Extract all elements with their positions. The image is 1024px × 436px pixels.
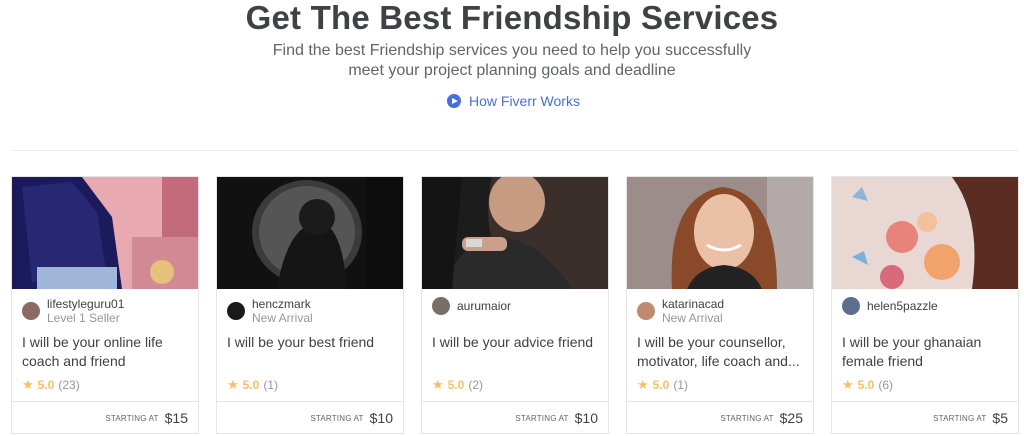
seller-username[interactable]: katarinacad (662, 297, 724, 311)
gig-footer: STARTING AT $25 (627, 401, 813, 434)
gig-price: $5 (992, 410, 1008, 426)
gig-rating: ★ 5.0 (2) (432, 377, 483, 393)
gig-rating: ★ 5.0 (1) (637, 377, 688, 393)
gig-thumbnail[interactable] (12, 177, 198, 289)
rating-count: (23) (58, 378, 80, 392)
gig-rating: ★ 5.0 (6) (842, 377, 893, 393)
seller-username[interactable]: lifestyleguru01 (47, 297, 124, 311)
rating-count: (2) (468, 378, 484, 392)
seller-username[interactable]: aurumaior (457, 299, 511, 313)
seller-level: New Arrival (252, 311, 313, 325)
starting-at-label: STARTING AT (310, 413, 364, 423)
page-subtitle: Find the best Friendship services you ne… (272, 42, 752, 79)
avatar[interactable] (637, 302, 655, 320)
gig-thumbnail[interactable] (627, 177, 813, 289)
starting-at-label: STARTING AT (515, 413, 569, 423)
gig-card[interactable]: henczmark New Arrival I will be your bes… (216, 176, 404, 434)
play-icon (447, 94, 461, 108)
gig-title[interactable]: I will be your ghanaian female friend (842, 333, 1012, 371)
starting-at-label: STARTING AT (933, 413, 987, 423)
page-title: Get The Best Friendship Services (245, 0, 779, 36)
gig-thumbnail[interactable] (422, 177, 608, 289)
gig-footer: STARTING AT $15 (12, 401, 198, 434)
gig-price: $15 (164, 410, 188, 426)
divider (12, 150, 1018, 151)
gig-title[interactable]: I will be your advice friend (432, 333, 602, 352)
star-icon: ★ (842, 377, 854, 392)
avatar[interactable] (227, 302, 245, 320)
gig-title[interactable]: I will be your counsellor, motivator, li… (637, 333, 807, 371)
seller-info: aurumaior (432, 297, 511, 315)
gig-card[interactable]: aurumaior I will be your advice friend ★… (421, 176, 609, 434)
rating-count: (1) (673, 378, 689, 392)
avatar[interactable] (842, 297, 860, 315)
how-fiverr-works-label: How Fiverr Works (469, 93, 580, 109)
seller-level: New Arrival (662, 311, 723, 325)
starting-at-label: STARTING AT (105, 413, 159, 423)
star-icon: ★ (22, 377, 34, 392)
avatar[interactable] (432, 297, 450, 315)
rating-score: 5.0 (37, 378, 55, 392)
seller-info: lifestyleguru01 Level 1 Seller (22, 297, 124, 325)
gig-title[interactable]: I will be your best friend (227, 333, 397, 352)
seller-level: Level 1 Seller (47, 311, 120, 325)
star-icon: ★ (637, 377, 649, 392)
how-fiverr-works-link[interactable]: How Fiverr Works (447, 93, 580, 109)
gig-card[interactable]: lifestyleguru01 Level 1 Seller I will be… (11, 176, 199, 434)
seller-username[interactable]: helen5pazzle (867, 299, 938, 313)
star-icon: ★ (227, 377, 239, 392)
avatar[interactable] (22, 302, 40, 320)
gig-price: $10 (574, 410, 598, 426)
gig-footer: STARTING AT $5 (832, 401, 1018, 434)
gig-thumbnail[interactable] (217, 177, 403, 289)
rating-score: 5.0 (242, 378, 260, 392)
gig-price: $10 (369, 410, 393, 426)
gig-thumbnail[interactable] (832, 177, 1018, 289)
rating-count: (6) (878, 378, 894, 392)
gig-footer: STARTING AT $10 (422, 401, 608, 434)
gig-rating: ★ 5.0 (1) (227, 377, 278, 393)
gig-title[interactable]: I will be your online life coach and fri… (22, 333, 192, 371)
seller-info: henczmark New Arrival (227, 297, 313, 325)
rating-score: 5.0 (652, 378, 670, 392)
rating-score: 5.0 (447, 378, 465, 392)
gig-price: $25 (779, 410, 803, 426)
starting-at-label: STARTING AT (720, 413, 774, 423)
gig-rating: ★ 5.0 (23) (22, 377, 80, 393)
gig-card[interactable]: katarinacad New Arrival I will be your c… (626, 176, 814, 434)
gig-footer: STARTING AT $10 (217, 401, 403, 434)
rating-count: (1) (263, 378, 279, 392)
gig-card[interactable]: helen5pazzle I will be your ghanaian fem… (831, 176, 1019, 434)
rating-score: 5.0 (857, 378, 875, 392)
star-icon: ★ (432, 377, 444, 392)
seller-info: katarinacad New Arrival (637, 297, 724, 325)
seller-info: helen5pazzle (842, 297, 938, 315)
seller-username[interactable]: henczmark (252, 297, 313, 311)
